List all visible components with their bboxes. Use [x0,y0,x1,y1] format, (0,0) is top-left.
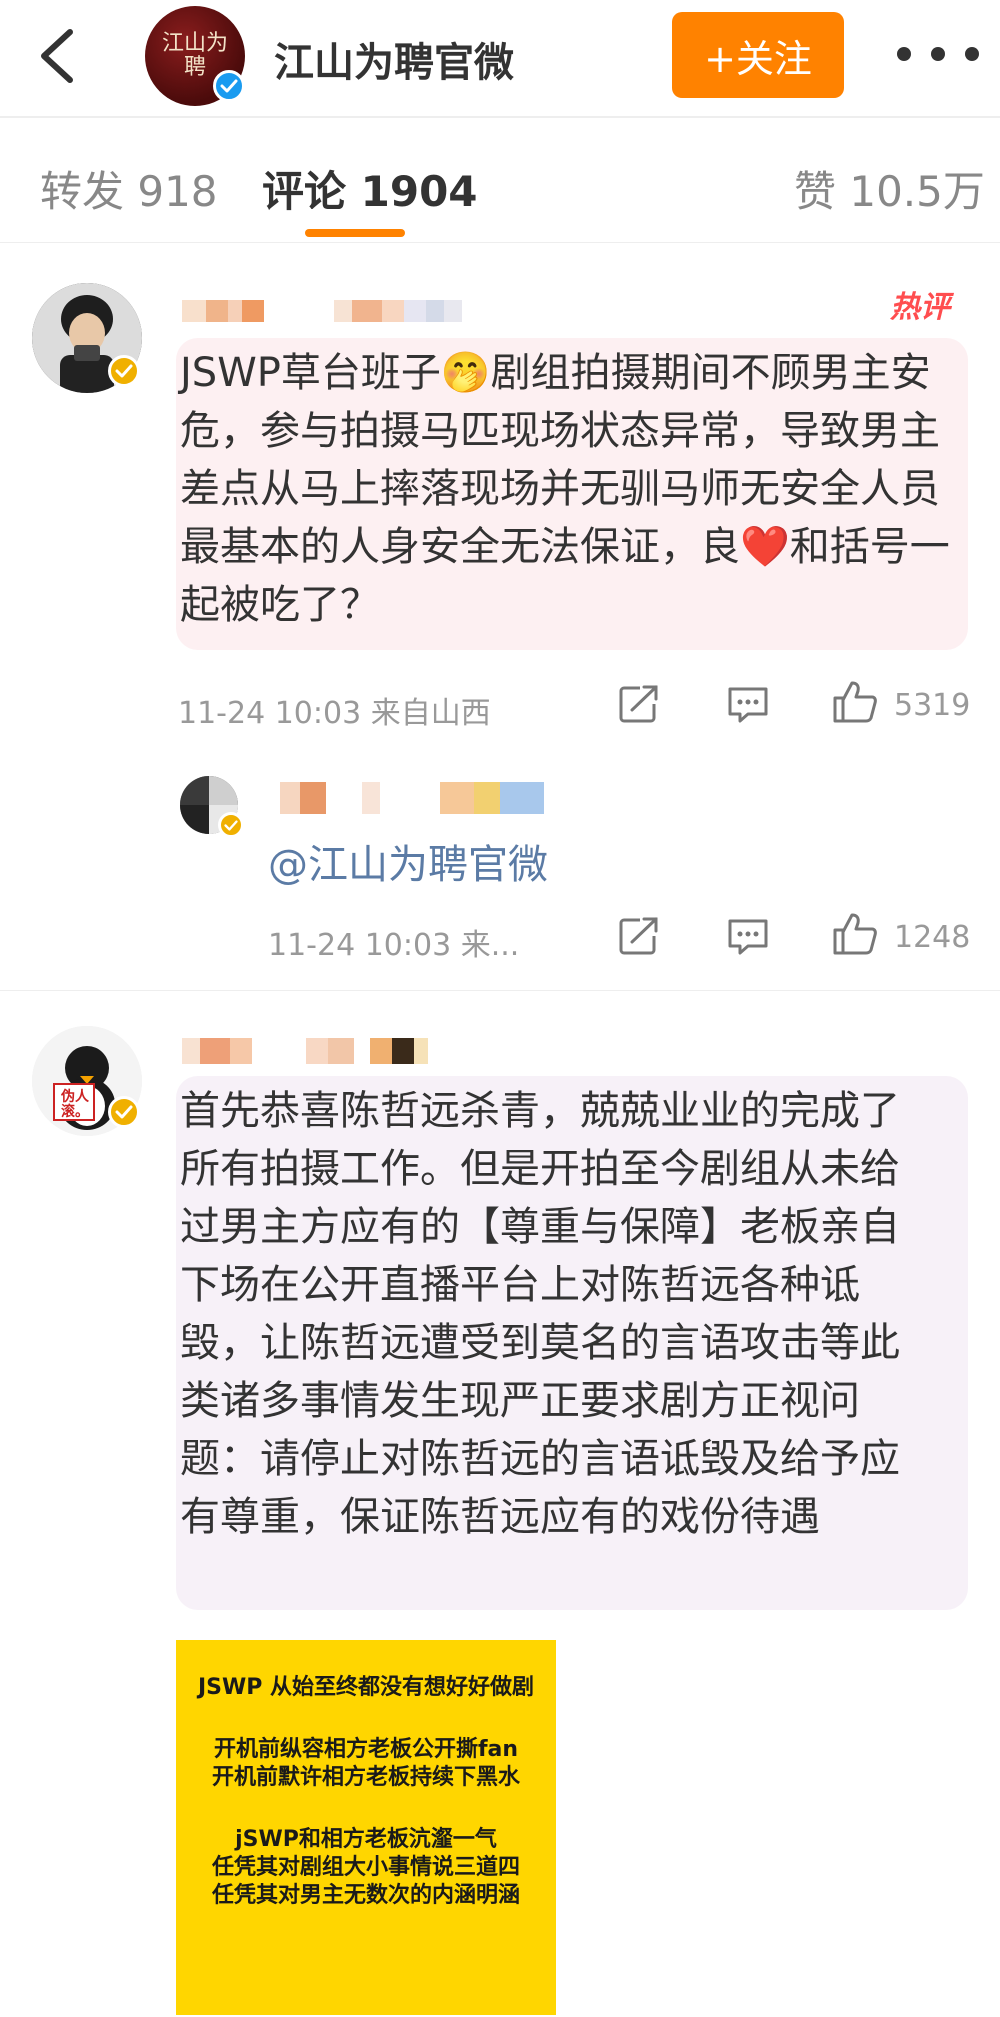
reply-name-blurred[interactable] [280,782,544,814]
like-count: 5319 [894,688,971,723]
comment-icon[interactable] [726,686,770,728]
active-tab-indicator [305,229,405,237]
comment-time-location: 11-24 10:03 来自山西 [178,696,491,731]
comment-divider [0,990,1000,991]
back-arrow-icon[interactable] [30,24,86,88]
verified-badge-icon [108,355,140,387]
tabs-divider [0,242,1000,243]
verified-badge-icon [108,1096,140,1128]
commenter-name-blurred[interactable] [182,1038,428,1064]
comment-text: 首先恭喜陈哲远杀青，兢兢业业的完成了所有拍摄工作。但是开拍至今剧组从未给过男主方… [180,1088,900,1540]
commenter-name-blurred[interactable] [182,300,462,322]
poster-line: 任凭其对男主无数次的内涵明涵 [211,1883,520,1908]
tab-likes[interactable]: 赞 10.5万 [794,158,985,219]
poster-line: JSWP 从始至终都没有想好好做剧 [197,1675,535,1700]
like-thumb-icon[interactable] [832,680,878,728]
like-thumb-icon[interactable] [832,912,878,960]
header-divider [0,116,1000,118]
poster-line: 开机前纵容相方老板公开撕fan [213,1737,519,1762]
follow-button[interactable]: +关注 [672,12,844,98]
repost-icon[interactable] [618,684,660,728]
reply-time-location: 11-24 10:03 来... [268,928,520,963]
avatar-sign-text: 伪人滚。 [61,1089,89,1120]
poster-line: 任凭其对剧组大小事情说三道四 [211,1855,520,1880]
verified-badge-icon [213,70,245,102]
more-options-icon[interactable] [890,34,990,74]
comment-image[interactable]: JSWP 从始至终都没有想好好做剧 开机前纵容相方老板公开撕fan 开机前默许相… [176,1640,556,2015]
verified-badge-icon [218,812,244,838]
hot-comment-badge: 热评 [890,290,950,325]
tab-repost[interactable]: 转发 918 [40,158,218,219]
comment-text: JSWP草台班子🤭剧组拍摄期间不顾男主安危，参与拍摄马匹现场状态异常，导致男主差… [180,350,950,628]
repost-icon[interactable] [618,916,660,960]
comment-icon[interactable] [726,918,770,960]
poster-line: 开机前默许相方老板持续下黑水 [211,1765,520,1790]
account-name[interactable]: 江山为聘官微 [274,30,514,88]
tab-comments[interactable]: 评论 1904 [262,158,478,219]
poster-line: jSWP和相方老板沆瀣一气 [235,1827,497,1852]
like-count: 1248 [894,920,971,955]
reply-mention-link[interactable]: @江山为聘官微 [268,832,548,890]
top-bar: 江山为聘 江山为聘官微 +关注 [0,0,1000,116]
